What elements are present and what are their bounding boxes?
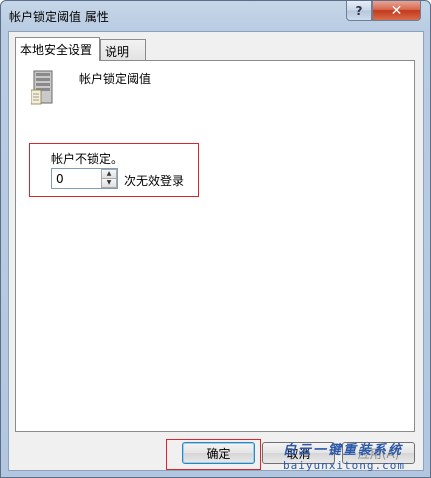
tab-explain[interactable]: 说明 <box>100 39 146 60</box>
dialog-client-area: 本地安全设置 说明 帐户锁定阈值 帐户不锁定。 ▲ ▼ <box>8 31 424 471</box>
stepper-down-button[interactable]: ▼ <box>101 178 117 188</box>
window-title: 帐户锁定阈值 属性 <box>9 10 109 24</box>
help-button[interactable]: ? <box>346 1 372 21</box>
help-icon: ? <box>355 3 363 18</box>
unlock-status-label: 帐户不锁定。 <box>51 152 124 166</box>
apply-button[interactable]: 应用(A) <box>342 442 415 464</box>
invalid-logon-label: 次无效登录 <box>124 174 185 188</box>
stepper-buttons: ▲ ▼ <box>101 169 117 188</box>
threshold-input[interactable] <box>54 170 100 187</box>
ok-highlight-box <box>166 439 261 470</box>
title-bar[interactable]: 帐户锁定阈值 属性 ? ✕ <box>1 1 430 31</box>
cancel-button[interactable]: 取消 <box>262 442 335 464</box>
server-icon <box>31 70 53 105</box>
threshold-stepper[interactable]: ▲ ▼ <box>51 168 118 189</box>
chevron-down-icon: ▼ <box>106 179 112 186</box>
chevron-up-icon: ▲ <box>106 170 112 177</box>
tab-local-security-setting[interactable]: 本地安全设置 <box>15 37 100 61</box>
setting-name: 帐户锁定阈值 <box>79 72 152 86</box>
tab-panel <box>15 60 415 432</box>
close-button[interactable]: ✕ <box>372 1 421 21</box>
close-icon: ✕ <box>390 2 403 19</box>
properties-dialog: 帐户锁定阈值 属性 ? ✕ 本地安全设置 说明 帐户锁定阈值 帐户不锁定。 0 … <box>0 0 431 478</box>
